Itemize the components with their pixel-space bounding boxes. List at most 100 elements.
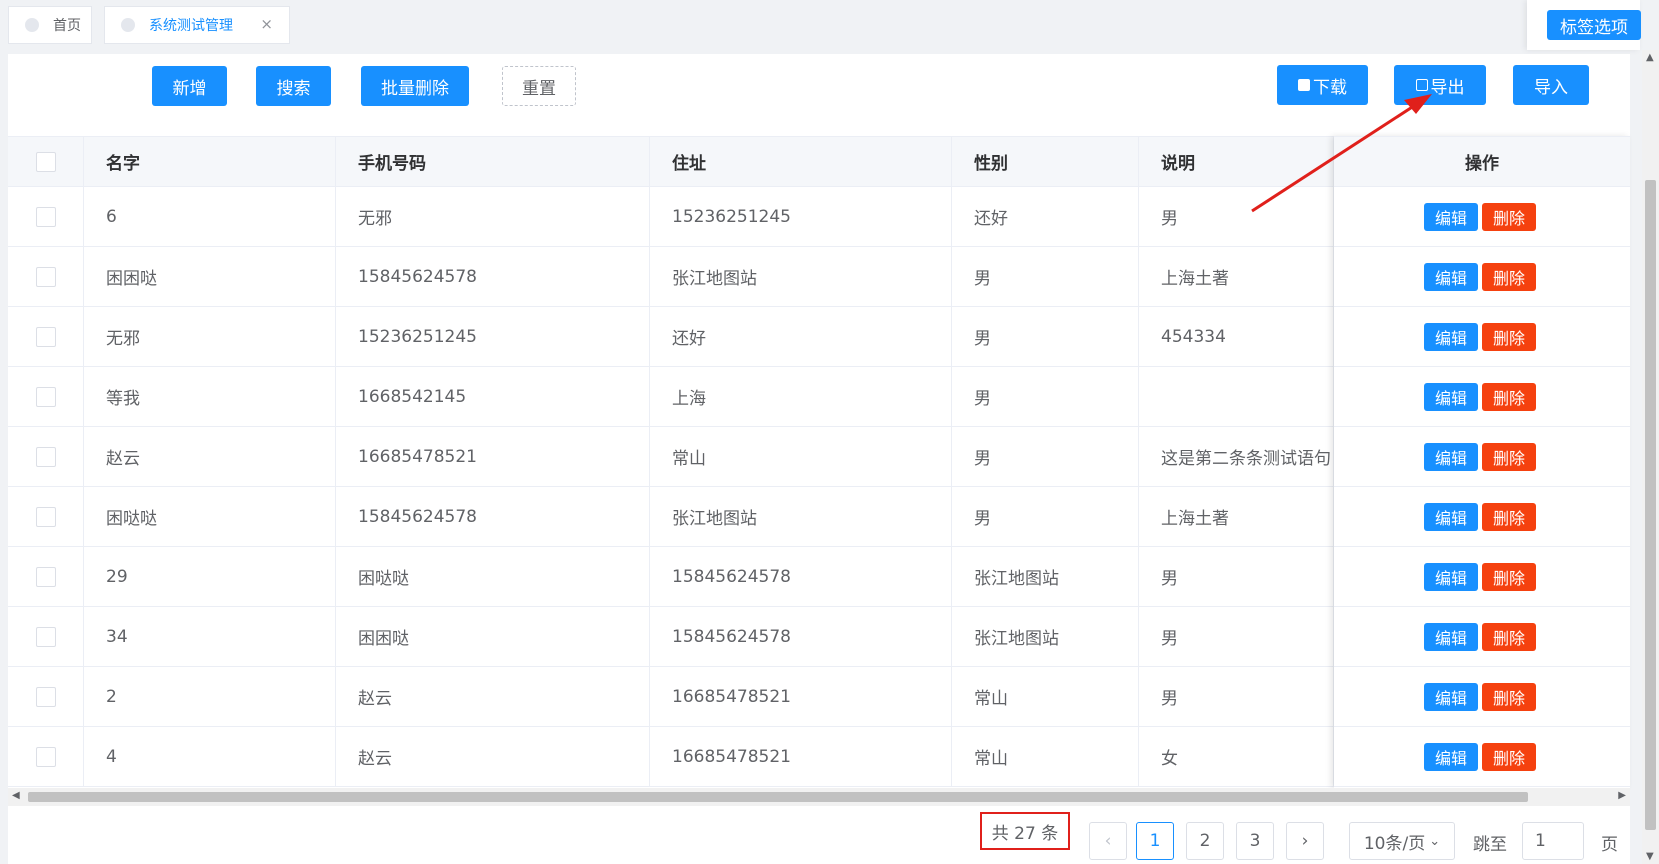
table-cell: 赵云 — [336, 727, 650, 786]
table-cell: 29 — [84, 547, 336, 606]
edit-button[interactable]: 编辑 — [1424, 682, 1478, 711]
download-button[interactable]: 下载 — [1277, 65, 1368, 105]
tab-system-test-management[interactable]: 系统测试管理 × — [104, 6, 290, 44]
edit-button[interactable]: 编辑 — [1424, 262, 1478, 291]
edit-button[interactable]: 编辑 — [1424, 622, 1478, 651]
export-label: 导出 — [1430, 77, 1465, 98]
delete-button[interactable]: 删除 — [1482, 442, 1536, 471]
table-row: 29 困哒哒 15845624578 张江地图站男编辑 删除 — [8, 547, 1630, 607]
column-header: 名字 — [84, 137, 336, 186]
table-cell: 男 — [1139, 547, 1334, 606]
table-cell: 还好 — [650, 307, 952, 366]
scroll-down-icon[interactable]: ▼ — [1646, 851, 1654, 862]
table-cell: 上海 — [650, 367, 952, 426]
row-select-cell — [8, 187, 84, 246]
row-actions-cell: 编辑 删除 — [1334, 247, 1630, 306]
delete-button[interactable]: 删除 — [1482, 742, 1536, 771]
delete-button[interactable]: 删除 — [1482, 682, 1536, 711]
tab-dot-icon — [25, 18, 39, 32]
delete-button[interactable]: 删除 — [1482, 202, 1536, 231]
page-3-button[interactable]: 3 — [1236, 822, 1274, 860]
row-checkbox[interactable] — [35, 206, 56, 227]
delete-button[interactable]: 删除 — [1482, 262, 1536, 291]
table-cell: 男 — [1139, 607, 1334, 666]
tab-options-button[interactable]: 标签选项 — [1547, 10, 1641, 40]
prev-page-button[interactable]: ‹ — [1089, 822, 1127, 860]
edit-button[interactable]: 编辑 — [1424, 502, 1478, 531]
row-checkbox[interactable] — [35, 686, 56, 707]
page-size-select[interactable]: 10条/页 ⌄ — [1349, 822, 1455, 860]
delete-button[interactable]: 删除 — [1482, 322, 1536, 351]
row-checkbox[interactable] — [35, 326, 56, 347]
scroll-up-icon[interactable]: ▲ — [1646, 52, 1654, 63]
table-cell: 赵云 — [336, 667, 650, 726]
delete-button[interactable]: 删除 — [1482, 382, 1536, 411]
table-row: 无邪 15236251245 还好男 454334 编辑 删除 — [8, 307, 1630, 367]
scroll-left-icon[interactable]: ◀ — [12, 790, 20, 801]
edit-button[interactable]: 编辑 — [1424, 442, 1478, 471]
table-row: 困哒哒 15845624578 张江地图站男上海土著 编辑 删除 — [8, 487, 1630, 547]
table-row: 34 困困哒 15845624578 张江地图站男编辑 删除 — [8, 607, 1630, 667]
row-checkbox[interactable] — [35, 446, 56, 467]
table-cell: 困困哒 — [336, 607, 650, 666]
search-button[interactable]: 搜索 — [256, 66, 331, 106]
row-select-cell — [8, 667, 84, 726]
column-header: 手机号码 — [336, 137, 650, 186]
edit-button[interactable]: 编辑 — [1424, 382, 1478, 411]
table-cell: 16685478521 — [650, 667, 952, 726]
table-row: 2 赵云 16685478521 常山男编辑 删除 — [8, 667, 1630, 727]
export-icon — [1415, 79, 1428, 91]
edit-button[interactable]: 编辑 — [1424, 322, 1478, 351]
reset-button[interactable]: 重置 — [502, 66, 576, 106]
pagination-total: 共 27 条 — [980, 812, 1070, 850]
jump-page-input[interactable] — [1522, 822, 1584, 860]
vertical-scroll-thumb[interactable] — [1645, 180, 1656, 830]
tabs-bar: 首页 系统测试管理 × 标签选项 — [0, 0, 1641, 50]
row-select-cell — [8, 487, 84, 546]
table-cell: 男 — [952, 427, 1139, 486]
add-button[interactable]: 新增 — [152, 66, 227, 106]
table-cell: 男 — [952, 247, 1139, 306]
horizontal-scroll-thumb[interactable] — [28, 792, 1528, 802]
row-select-cell — [8, 307, 84, 366]
tab-options-area: 标签选项 — [1527, 0, 1641, 50]
row-actions-cell: 编辑 删除 — [1334, 547, 1630, 606]
edit-button[interactable]: 编辑 — [1424, 562, 1478, 591]
close-icon[interactable]: × — [260, 15, 273, 33]
table-cell: 15845624578 — [650, 547, 952, 606]
tab-dot-icon — [121, 18, 135, 32]
row-checkbox[interactable] — [35, 266, 56, 287]
select-all-checkbox[interactable] — [35, 151, 56, 172]
table-cell: 无邪 — [336, 187, 650, 246]
row-checkbox[interactable] — [35, 386, 56, 407]
table-cell: 上海土著 — [1139, 487, 1334, 546]
row-select-cell — [8, 727, 84, 786]
delete-button[interactable]: 删除 — [1482, 562, 1536, 591]
edit-button[interactable]: 编辑 — [1424, 202, 1478, 231]
table-cell: 等我 — [84, 367, 336, 426]
delete-button[interactable]: 删除 — [1482, 622, 1536, 651]
table-cell: 还好 — [952, 187, 1139, 246]
delete-button[interactable]: 删除 — [1482, 502, 1536, 531]
import-button[interactable]: 导入 — [1513, 65, 1589, 105]
table-cell: 张江地图站 — [650, 487, 952, 546]
row-select-cell — [8, 607, 84, 666]
table-cell: 15236251245 — [650, 187, 952, 246]
row-checkbox[interactable] — [35, 626, 56, 647]
batch-delete-button[interactable]: 批量删除 — [361, 66, 469, 106]
tab-home[interactable]: 首页 — [8, 6, 92, 44]
row-checkbox[interactable] — [35, 566, 56, 587]
next-page-button[interactable]: › — [1286, 822, 1324, 860]
scroll-right-icon[interactable]: ▶ — [1618, 790, 1626, 801]
vertical-scrollbar[interactable]: ▲ ▼ — [1642, 50, 1659, 864]
horizontal-scrollbar[interactable]: ◀ ▶ — [8, 788, 1630, 806]
table-cell: 困哒哒 — [84, 487, 336, 546]
page-1-button[interactable]: 1 — [1136, 822, 1174, 860]
export-button[interactable]: 导出 — [1394, 65, 1486, 105]
table-header-row: 名字 手机号码 住址 性别 说明 操作 — [8, 137, 1630, 187]
table-cell: 男 — [952, 487, 1139, 546]
row-checkbox[interactable] — [35, 746, 56, 767]
row-checkbox[interactable] — [35, 506, 56, 527]
edit-button[interactable]: 编辑 — [1424, 742, 1478, 771]
page-2-button[interactable]: 2 — [1186, 822, 1224, 860]
